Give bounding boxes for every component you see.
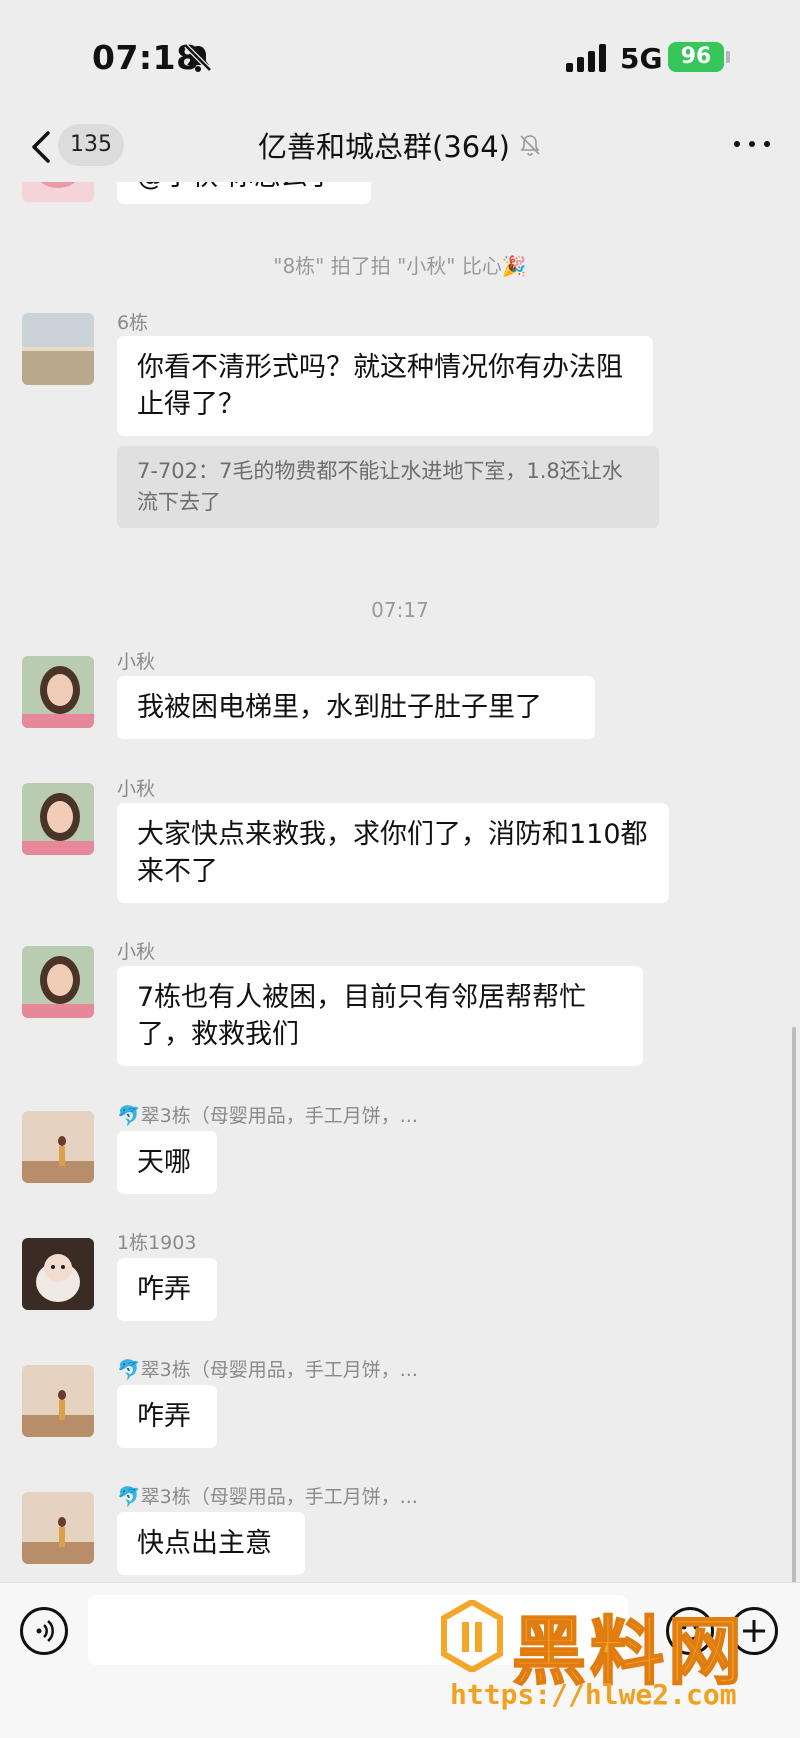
avatar[interactable] <box>22 1111 94 1183</box>
quoted-message[interactable]: 7-702：7毛的物费都不能让水进地下室，1.8还让水流下去了 <box>117 446 659 528</box>
chat-scrollbar[interactable] <box>792 1027 796 1582</box>
chat-title-wrap: 亿善和城总群(364) <box>0 124 800 166</box>
chat-title: 亿善和城总群(364) <box>258 130 510 164</box>
message-text: @小秋 你怎么了 <box>137 182 335 192</box>
voice-input-button[interactable] <box>20 1607 68 1655</box>
voice-icon <box>36 1620 54 1642</box>
message-partial: @小秋 你怎么了 <box>0 182 800 222</box>
sender-name: 小秋 <box>117 778 156 800</box>
sender-name: 小秋 <box>117 651 156 673</box>
message-text: 咋弄 <box>137 1401 191 1432</box>
watermark: 黑料网 https://hlwe2.com <box>436 1592 796 1732</box>
message-text: 大家快点来救我，求你们了，消防和110都来不了 <box>137 819 648 887</box>
message-bubble[interactable]: 7栋也有人被困，目前只有邻居帮帮忙了，救救我们 <box>117 966 643 1066</box>
chat-timestamp: 07:17 <box>371 598 429 622</box>
mute-icon <box>520 135 540 156</box>
message-text: 天哪 <box>137 1147 191 1178</box>
message-text: 咋弄 <box>137 1274 191 1305</box>
sender-name: 🐬翠3栋（母婴用品，手工月饼，... <box>117 1359 418 1381</box>
more-options-button[interactable] <box>734 132 770 156</box>
message-text: 快点出主意 <box>137 1528 272 1559</box>
message-text: 你看不清形式吗？就这种情况你有办法阻止得了？ <box>137 352 623 420</box>
sender-name: 1栋1903 <box>117 1232 197 1254</box>
watermark-logo-icon <box>441 1600 503 1672</box>
avatar[interactable] <box>22 313 94 385</box>
message-bubble[interactable]: 咋弄 <box>117 1258 217 1321</box>
avatar[interactable] <box>22 946 94 1018</box>
sender-name: 6栋 <box>117 312 149 334</box>
sender-name: 小秋 <box>117 941 156 963</box>
message-bubble[interactable]: 你看不清形式吗？就这种情况你有办法阻止得了？ <box>117 336 653 436</box>
message-bubble[interactable]: @小秋 你怎么了 <box>117 182 371 204</box>
message-bubble[interactable]: 天哪 <box>117 1131 217 1194</box>
sender-name: 🐬翠3栋（母婴用品，手工月饼，... <box>117 1486 418 1508</box>
chat-history[interactable]: @小秋 你怎么了 "8栋" 拍了拍 "小秋" 比心🎉 6栋 你看不清形式吗？就这… <box>0 182 800 1582</box>
nav-bar: 135 亿善和城总群(364) <box>0 110 800 182</box>
avatar[interactable] <box>22 656 94 728</box>
avatar[interactable] <box>22 783 94 855</box>
network-type: 5G <box>620 42 663 75</box>
message-bubble[interactable]: 大家快点来救我，求你们了，消防和110都来不了 <box>117 803 669 903</box>
message-bubble[interactable]: 我被困电梯里，水到肚子肚子里了 <box>117 676 595 739</box>
battery-tip <box>726 51 730 63</box>
battery-icon: 96 <box>668 42 724 72</box>
status-bar: 07:18 5G 96 <box>0 0 800 110</box>
signal-icon <box>566 44 608 72</box>
message-bubble[interactable]: 快点出主意 <box>117 1512 305 1575</box>
avatar[interactable] <box>22 1365 94 1437</box>
quoted-text: 7-702：7毛的物费都不能让水进地下室，1.8还让水流下去了 <box>137 459 623 514</box>
pat-notice: "8栋" 拍了拍 "小秋" 比心🎉 <box>273 254 527 278</box>
avatar[interactable] <box>22 182 94 202</box>
message-text: 7栋也有人被困，目前只有邻居帮帮忙了，救救我们 <box>137 982 587 1050</box>
avatar[interactable] <box>22 1238 94 1310</box>
message-bubble[interactable]: 咋弄 <box>117 1385 217 1448</box>
message-text: 我被困电梯里，水到肚子肚子里了 <box>137 692 542 723</box>
more-icon <box>734 141 740 147</box>
sender-name: 🐬翠3栋（母婴用品，手工月饼，... <box>117 1105 418 1127</box>
bell-off-icon <box>184 44 212 72</box>
avatar[interactable] <box>22 1492 94 1564</box>
watermark-url: https://hlwe2.com <box>450 1678 737 1711</box>
